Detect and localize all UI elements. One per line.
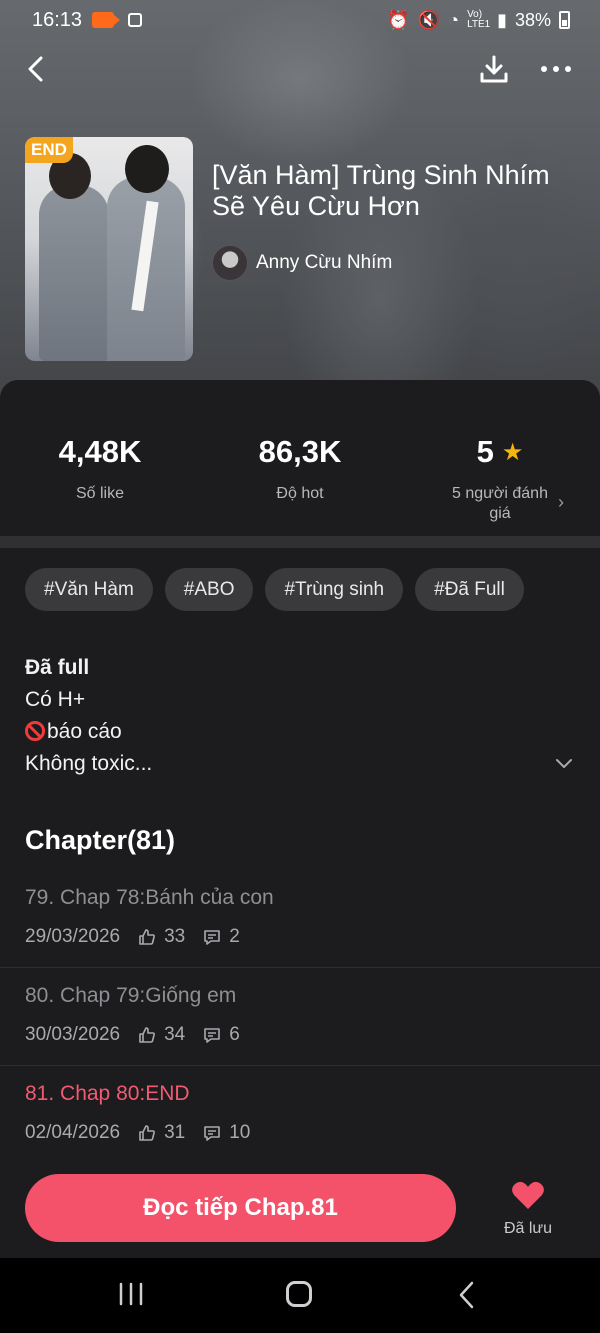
save-button[interactable]: Đã lưu	[490, 1180, 566, 1238]
alarm-icon: ⏰	[387, 9, 410, 30]
description[interactable]: Đã full Có H+ báo cáo Không toxic...	[25, 652, 545, 780]
chapter-comments: 10	[229, 1122, 251, 1143]
chapter-meta: 02/04/2026 31 10	[25, 1122, 250, 1144]
star-icon: ★	[501, 438, 524, 466]
detail-sheet: 4,48K Số like 86,3K Độ hot 5 ★ 5 người đ…	[0, 380, 600, 1258]
chapter-likes: 33	[164, 926, 186, 947]
story-title: [Văn Hàm] Trùng Sinh Nhím Sẽ Yêu Cừu Hơn	[212, 160, 550, 221]
wifi-icon: ◔	[448, 9, 460, 30]
stat-likes: 4,48K Số like	[0, 434, 200, 504]
stat-rating-label: 5 người đánh giá	[452, 485, 548, 522]
chevron-right-icon[interactable]: ›	[558, 492, 564, 513]
like-icon	[139, 1125, 156, 1141]
stat-likes-value: 4,48K	[58, 434, 142, 469]
chapter-row[interactable]: 79. Chap 78:Bánh của con 29/03/2026 33 2	[0, 870, 600, 968]
more-icon[interactable]	[538, 54, 574, 84]
comment-icon	[204, 930, 221, 945]
cover-head-right	[125, 145, 169, 193]
screen-record-icon	[92, 12, 121, 28]
author-row[interactable]: Anny Cừu Nhím	[212, 244, 392, 282]
like-icon	[139, 1027, 156, 1043]
chapter-title: 81. Chap 80:END	[25, 1082, 190, 1105]
chapter-header: Chapter(81)	[25, 825, 176, 855]
description-line: Không toxic...	[25, 752, 153, 775]
chapter-date: 29/03/2026	[25, 926, 121, 947]
network-label: Vo) LTE1	[467, 9, 491, 30]
chapter-title: 80. Chap 79:Giống em	[25, 984, 237, 1007]
chapter-title: 79. Chap 78:Bánh của con	[25, 886, 274, 909]
nav-back-icon[interactable]	[456, 1280, 478, 1310]
status-right: ⏰ 🔇 ◔ Vo) LTE1 ▮ 38%	[387, 10, 570, 31]
back-icon[interactable]	[22, 54, 52, 84]
author-name[interactable]: Anny Cừu Nhím	[256, 252, 392, 274]
comment-icon	[204, 1028, 221, 1043]
chapter-likes: 31	[164, 1122, 186, 1143]
system-nav-bar	[0, 1258, 600, 1333]
chapter-meta: 29/03/2026 33 2	[25, 926, 240, 948]
stats-row: 4,48K Số like 86,3K Độ hot 5 ★ 5 người đ…	[0, 380, 600, 536]
chapter-comments: 6	[229, 1024, 240, 1045]
chapter-row[interactable]: 80. Chap 79:Giống em 30/03/2026 34 6	[0, 968, 600, 1066]
description-line: Đã full	[25, 656, 90, 679]
top-nav	[0, 48, 600, 92]
stat-hot-label: Độ hot	[276, 485, 324, 502]
author-avatar[interactable]	[212, 245, 248, 281]
chapter-list: 79. Chap 78:Bánh của con 29/03/2026 33 2…	[0, 870, 600, 1164]
chapter-row-current[interactable]: 81. Chap 80:END 02/04/2026 31 10	[0, 1066, 600, 1164]
prohibited-icon	[25, 721, 45, 741]
chevron-down-icon[interactable]	[553, 752, 575, 774]
section-divider	[0, 536, 600, 548]
stat-likes-label: Số like	[75, 485, 125, 502]
chapter-date: 30/03/2026	[25, 1024, 121, 1045]
continue-reading-button[interactable]: Đọc tiếp Chap.81	[25, 1174, 456, 1242]
description-line: Có H+	[25, 688, 86, 711]
mute-icon: 🔇	[417, 9, 441, 30]
tag-da-full[interactable]: #Đã Full	[415, 568, 524, 611]
bottom-action-bar: Đọc tiếp Chap.81 Đã lưu	[0, 1160, 600, 1258]
tag-trung-sinh[interactable]: #Trùng sinh	[265, 568, 404, 611]
status-bar: 16:13 ⏰ 🔇 ◔ Vo) LTE1 ▮ 38%	[0, 0, 600, 40]
battery-percent: 38%	[514, 9, 551, 30]
heart-icon	[512, 1181, 544, 1209]
stat-rating[interactable]: 5 ★ 5 người đánh giá	[400, 434, 600, 524]
cover-figure-left	[39, 185, 109, 361]
stat-rating-value: 5	[476, 434, 494, 469]
chapter-date: 02/04/2026	[25, 1122, 121, 1143]
like-icon	[139, 929, 156, 945]
comment-icon	[204, 1126, 221, 1141]
tag-abo[interactable]: #ABO	[164, 568, 254, 611]
chapter-likes: 34	[164, 1024, 186, 1045]
signal-icon: ▮	[497, 9, 507, 30]
battery-icon	[559, 11, 570, 29]
status-time: 16:13	[32, 8, 83, 31]
chapter-comments: 2	[229, 926, 240, 947]
chapter-meta: 30/03/2026 34 6	[25, 1024, 240, 1046]
tag-van-ham[interactable]: #Văn Hàm	[25, 568, 153, 611]
end-badge: END	[25, 137, 73, 163]
stat-hot: 86,3K Độ hot	[200, 434, 400, 504]
stat-hot-value: 86,3K	[258, 434, 342, 469]
tag-list: #Văn Hàm #ABO #Trùng sinh #Đã Full	[25, 568, 524, 611]
recent-apps-icon[interactable]	[118, 1282, 144, 1306]
download-icon[interactable]	[478, 54, 510, 86]
notification-icon	[128, 13, 143, 27]
save-label: Đã lưu	[503, 1220, 553, 1237]
description-line: báo cáo	[47, 720, 122, 743]
story-cover[interactable]: END	[25, 137, 193, 361]
home-icon[interactable]	[286, 1281, 312, 1307]
